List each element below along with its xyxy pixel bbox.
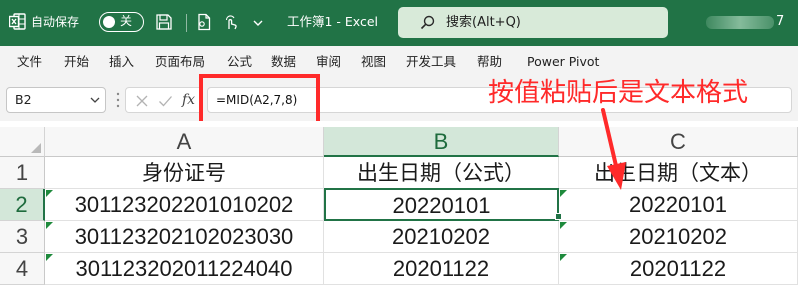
save-icon[interactable] xyxy=(155,13,173,31)
error-indicator-icon[interactable] xyxy=(560,222,567,229)
user-name-blurred[interactable] xyxy=(706,16,774,29)
annotation-text: 按值粘贴后是文本格式 xyxy=(488,78,749,108)
touch-mode-icon[interactable] xyxy=(222,13,240,31)
error-indicator-icon[interactable] xyxy=(46,190,53,197)
cell-b3[interactable]: 20210202 xyxy=(324,221,559,253)
tab-home[interactable]: 开始 xyxy=(64,54,89,70)
annotation-arrow-icon xyxy=(601,108,626,190)
enter-check-icon[interactable] xyxy=(158,94,173,108)
tab-developer[interactable]: 开发工具 xyxy=(406,54,456,70)
cell-b4[interactable]: 20201122 xyxy=(324,253,559,285)
chevron-down-icon[interactable] xyxy=(90,96,100,104)
tab-page-layout[interactable]: 页面布局 xyxy=(155,54,205,70)
document-icon[interactable] xyxy=(195,13,213,31)
worksheet-grid: A B C 1 2 3 4 身份证号 出生日期（公式） 出生日期（文本） 301… xyxy=(0,121,798,287)
error-indicator-icon[interactable] xyxy=(560,254,567,261)
title-bar: 自动保存 关 工作簿1 - Excel 搜索(Alt+Q) 7 xyxy=(0,0,798,46)
tab-data[interactable]: 数据 xyxy=(271,54,296,70)
toolbar-separator xyxy=(186,14,187,32)
cell-a2[interactable]: 301123202201010202 xyxy=(45,189,324,221)
search-icon xyxy=(420,15,435,30)
fill-handle[interactable] xyxy=(555,213,562,220)
tab-help[interactable]: 帮助 xyxy=(477,54,502,70)
cancel-x-icon[interactable] xyxy=(135,94,149,108)
cell-a3[interactable]: 301123202102023030 xyxy=(45,221,324,253)
autosave-toggle[interactable]: 关 xyxy=(99,12,144,32)
error-indicator-icon[interactable] xyxy=(560,190,567,197)
cell-c2[interactable]: 20220101 xyxy=(559,189,798,221)
column-header-a[interactable]: A xyxy=(45,127,324,157)
cell-c3[interactable]: 20210202 xyxy=(559,221,798,253)
tab-power-pivot[interactable]: Power Pivot xyxy=(527,54,599,70)
toggle-knob xyxy=(103,15,115,28)
autosave-state: 关 xyxy=(120,14,133,28)
cell-a4[interactable]: 301123202011224040 xyxy=(45,253,324,285)
tab-review[interactable]: 审阅 xyxy=(316,54,341,70)
user-name-suffix: 7 xyxy=(776,14,785,29)
error-indicator-icon[interactable] xyxy=(46,254,53,261)
tab-formulas[interactable]: 公式 xyxy=(227,54,252,70)
cell-b2-active[interactable]: 20220101 xyxy=(324,188,559,221)
tab-insert[interactable]: 插入 xyxy=(109,54,134,70)
row-header-2[interactable]: 2 xyxy=(0,189,45,221)
customize-chevron-icon[interactable] xyxy=(252,13,264,31)
excel-logo-icon xyxy=(9,13,26,30)
tab-view[interactable]: 视图 xyxy=(361,54,386,70)
select-all-corner[interactable] xyxy=(0,127,45,157)
row-header-4[interactable]: 4 xyxy=(0,253,45,285)
document-title: 工作簿1 - Excel xyxy=(287,14,379,29)
row-header-3[interactable]: 3 xyxy=(0,221,45,253)
cell-b1[interactable]: 出生日期（公式） xyxy=(324,157,559,189)
ribbon-tabs: 文件 开始 插入 页面布局 公式 数据 审阅 视图 开发工具 帮助 Power … xyxy=(0,46,798,78)
search-box[interactable]: 搜索(Alt+Q) xyxy=(398,7,668,38)
cell-a1[interactable]: 身份证号 xyxy=(45,157,324,189)
column-header-b[interactable]: B xyxy=(324,127,559,157)
tab-file[interactable]: 文件 xyxy=(17,54,42,70)
cell-c4[interactable]: 20201122 xyxy=(559,253,798,285)
insert-function-button[interactable]: fx xyxy=(182,91,195,109)
formula-buttons: fx xyxy=(125,87,203,113)
name-box-value: B2 xyxy=(15,92,32,107)
error-indicator-icon[interactable] xyxy=(46,222,53,229)
formula-highlight-box xyxy=(199,74,320,125)
autosave-label: 自动保存 xyxy=(31,15,80,29)
name-box[interactable]: B2 xyxy=(6,87,106,113)
search-placeholder: 搜索(Alt+Q) xyxy=(446,15,521,30)
more-options-dots-icon[interactable] xyxy=(116,91,120,109)
row-header-1[interactable]: 1 xyxy=(0,157,45,189)
